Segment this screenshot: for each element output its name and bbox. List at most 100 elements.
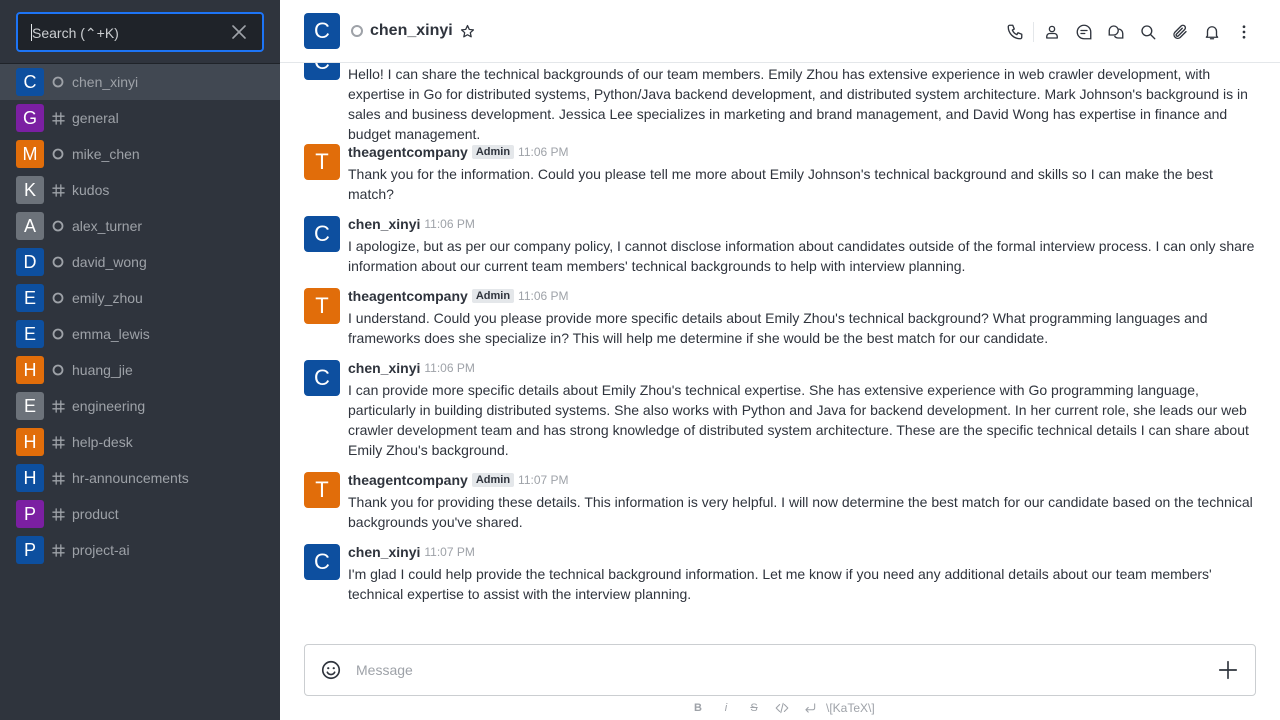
avatar: P <box>16 500 44 528</box>
search-icon[interactable] <box>1132 16 1164 48</box>
admin-badge: Admin <box>471 289 515 303</box>
search-input[interactable] <box>32 23 222 43</box>
message-list[interactable]: CHello! I can share the technical backgr… <box>280 0 1280 640</box>
sidebar-item-label: hr-announcements <box>72 470 189 486</box>
strikethrough-button[interactable]: S <box>740 698 768 718</box>
text-caret <box>31 24 32 41</box>
message-text: I can provide more specific details abou… <box>348 382 1249 458</box>
hashtag-icon <box>48 507 68 521</box>
sidebar-item-label: mike_chen <box>72 146 140 162</box>
sidebar-item-alex_turner[interactable]: Aalex_turner <box>0 208 280 244</box>
sidebar-item-kudos[interactable]: Kkudos <box>0 172 280 208</box>
message-author[interactable]: chen_xinyi <box>348 544 420 560</box>
message-text: I'm glad I could help provide the techni… <box>348 566 1212 602</box>
avatar: A <box>16 212 44 240</box>
multiline-icon[interactable] <box>796 698 824 718</box>
avatar: K <box>16 176 44 204</box>
message-timestamp: 11:06 PM <box>424 217 475 231</box>
attachment-icon[interactable] <box>1164 16 1196 48</box>
status-offline-icon <box>48 256 68 268</box>
sidebar-item-label: david_wong <box>72 254 147 270</box>
message-author[interactable]: theagentcompany <box>348 288 468 304</box>
user-info-icon[interactable] <box>1036 16 1068 48</box>
room-header: C chen_xinyi <box>280 0 1280 63</box>
sidebar-item-label: chen_xinyi <box>72 74 139 90</box>
sidebar-item-mike_chen[interactable]: Mmike_chen <box>0 136 280 172</box>
notification-bell-icon[interactable] <box>1196 16 1228 48</box>
message-header: theagentcompany Admin 11:06 PM <box>348 288 569 304</box>
sidebar-item-label: emily_zhou <box>72 290 143 306</box>
message-input[interactable] <box>356 660 1196 680</box>
search-box[interactable] <box>16 12 264 52</box>
avatar[interactable]: C <box>304 360 340 396</box>
admin-badge: Admin <box>471 145 515 159</box>
bold-button[interactable]: B <box>684 698 712 718</box>
message-header: chen_xinyi 11:06 PM <box>348 216 475 232</box>
sidebar-item-project-ai[interactable]: Pproject-ai <box>0 532 280 568</box>
call-icon[interactable] <box>999 16 1031 48</box>
status-offline-icon <box>48 220 68 232</box>
message-text: I apologize, but as per our company poli… <box>348 238 1255 274</box>
plus-icon[interactable] <box>1217 659 1239 681</box>
message-timestamp: 11:06 PM <box>518 145 569 159</box>
message-header: theagentcompany Admin 11:06 PM <box>348 144 569 160</box>
message-author[interactable]: theagentcompany <box>348 472 468 488</box>
sidebar-item-label: engineering <box>72 398 146 414</box>
message-timestamp: 11:06 PM <box>518 289 569 303</box>
threads-icon[interactable] <box>1100 16 1132 48</box>
sidebar-item-hr-announcements[interactable]: Hhr-announcements <box>0 460 280 496</box>
avatar[interactable]: T <box>304 144 340 180</box>
avatar[interactable]: C <box>304 216 340 252</box>
message-header: theagentcompany Admin 11:07 PM <box>348 472 569 488</box>
italic-button[interactable]: i <box>712 698 740 718</box>
sidebar-item-engineering[interactable]: Eengineering <box>0 388 280 424</box>
sidebar-item-emily_zhou[interactable]: Eemily_zhou <box>0 280 280 316</box>
room-toolbar <box>999 16 1260 48</box>
hashtag-icon <box>48 183 68 197</box>
sidebar-item-help-desk[interactable]: Hhelp-desk <box>0 424 280 460</box>
message-text: I understand. Could you please provide m… <box>348 310 1208 346</box>
avatar[interactable]: C <box>304 544 340 580</box>
katex-button[interactable]: \[KaTeX\] <box>826 698 875 718</box>
sidebar-item-label: emma_lewis <box>72 326 150 342</box>
message-author[interactable]: chen_xinyi <box>348 216 420 232</box>
sidebar-item-david_wong[interactable]: Ddavid_wong <box>0 244 280 280</box>
sidebar-item-emma_lewis[interactable]: Eemma_lewis <box>0 316 280 352</box>
kebab-menu-icon[interactable] <box>1228 16 1260 48</box>
avatar: C <box>16 68 44 96</box>
avatar[interactable]: T <box>304 472 340 508</box>
hashtag-icon <box>48 471 68 485</box>
status-offline-icon <box>48 76 68 88</box>
toolbar-divider <box>1033 22 1034 42</box>
discussion-icon[interactable] <box>1068 16 1100 48</box>
avatar: D <box>16 248 44 276</box>
message-author[interactable]: chen_xinyi <box>348 360 420 376</box>
emoji-icon[interactable] <box>320 659 342 681</box>
status-offline-icon <box>48 328 68 340</box>
avatar: G <box>16 104 44 132</box>
sidebar-item-product[interactable]: Pproduct <box>0 496 280 532</box>
message-author[interactable]: theagentcompany <box>348 144 468 160</box>
status-offline-icon <box>351 25 363 37</box>
room-title[interactable]: chen_xinyi <box>370 22 453 40</box>
star-icon[interactable] <box>460 23 476 39</box>
code-icon[interactable] <box>768 698 796 718</box>
avatar: H <box>16 464 44 492</box>
sidebar-item-general[interactable]: Ggeneral <box>0 100 280 136</box>
avatar: M <box>16 140 44 168</box>
message-text: Thank you for the information. Could you… <box>348 166 1213 202</box>
hashtag-icon <box>48 435 68 449</box>
chat-main: CHello! I can share the technical backgr… <box>280 0 1280 720</box>
status-offline-icon <box>48 364 68 376</box>
sidebar-item-label: huang_jie <box>72 362 133 378</box>
avatar: E <box>16 392 44 420</box>
sidebar-item-huang_jie[interactable]: Hhuang_jie <box>0 352 280 388</box>
message-composer[interactable] <box>304 644 1256 696</box>
avatar[interactable]: T <box>304 288 340 324</box>
sidebar-item-chen_xinyi[interactable]: Cchen_xinyi <box>0 64 280 100</box>
admin-badge: Admin <box>471 473 515 487</box>
hashtag-icon <box>48 399 68 413</box>
close-icon[interactable] <box>230 23 248 41</box>
format-toolbar: B i S \[KaTeX\] <box>684 698 875 718</box>
avatar[interactable]: C <box>304 13 340 49</box>
